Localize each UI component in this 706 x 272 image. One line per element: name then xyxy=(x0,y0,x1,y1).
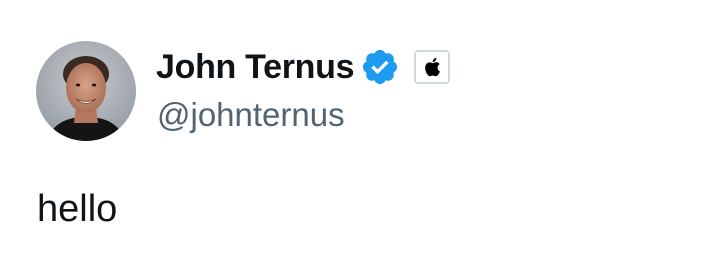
author-display-name[interactable]: John Ternus xyxy=(156,48,355,87)
avatar[interactable] xyxy=(36,41,136,141)
apple-logo-icon xyxy=(425,57,441,77)
apple-affiliation-badge[interactable] xyxy=(414,50,451,84)
author-handle[interactable]: @johnternus xyxy=(157,96,345,134)
avatar-photo-icon xyxy=(36,41,136,141)
tweet-text: hello xyxy=(37,188,118,230)
author-name-row: John Ternus xyxy=(156,44,451,90)
tweet-card: John Ternus @johnternus hello xyxy=(0,0,706,272)
verified-badge-icon[interactable] xyxy=(360,47,400,87)
